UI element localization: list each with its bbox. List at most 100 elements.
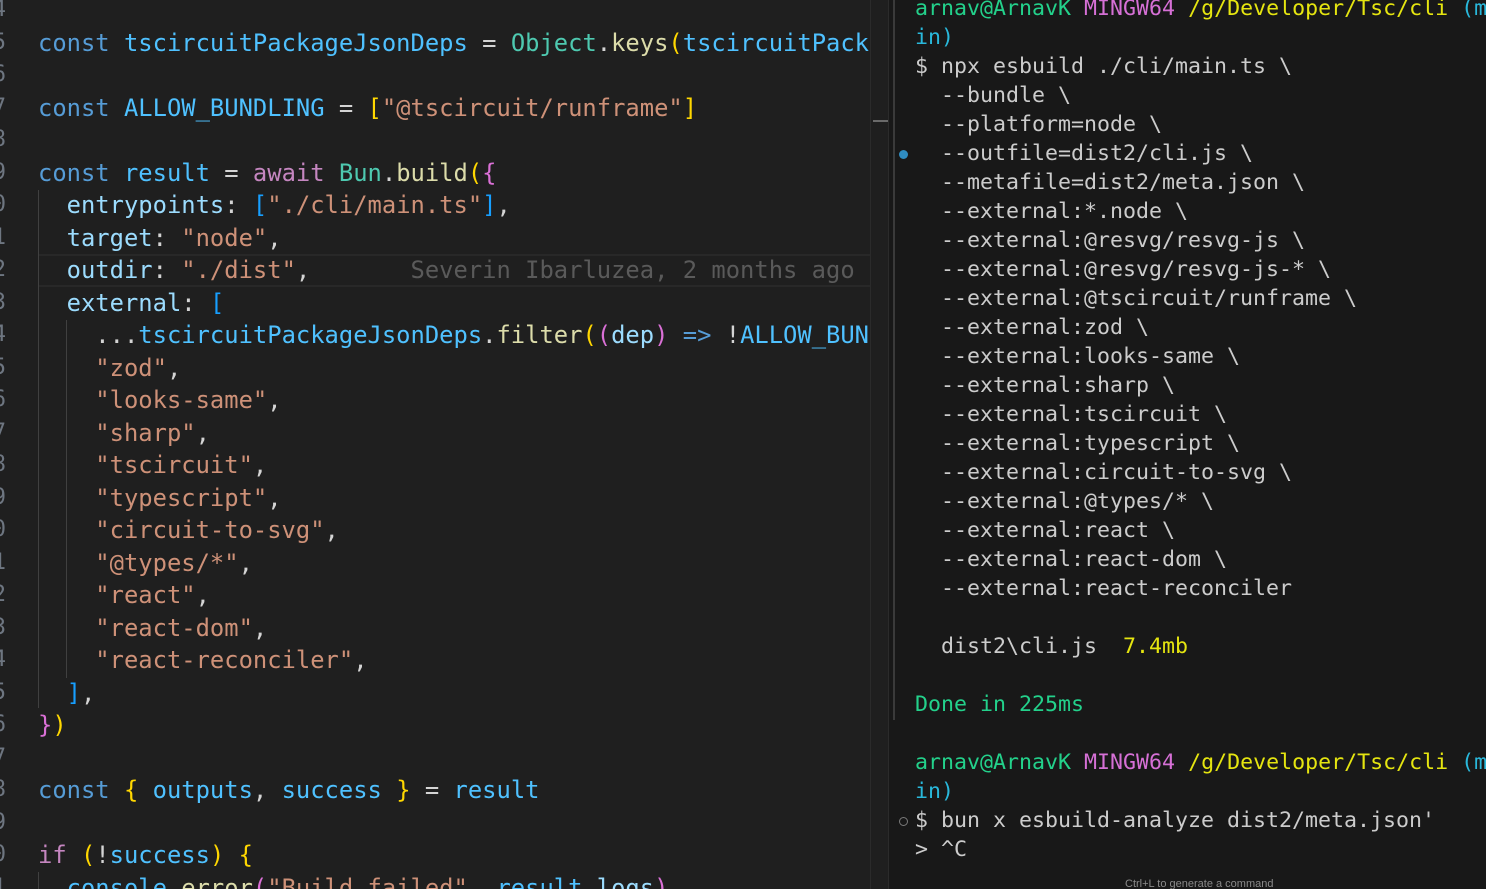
terminal-text: > ^C: [915, 837, 968, 862]
code-token: const: [38, 776, 110, 804]
terminal-text: --outfile=dist2/cli.js \: [915, 141, 1254, 166]
code-token: ,: [252, 776, 282, 804]
terminal-line: --external:react-reconciler: [915, 574, 1292, 603]
terminal-text: --external:@resvg/resvg-js \: [915, 228, 1306, 253]
code-token: =: [467, 28, 511, 57]
command-pending-circle-icon[interactable]: [899, 817, 908, 826]
line-number: 25: [0, 677, 6, 710]
code-token: result: [123, 158, 210, 187]
terminal-line: --bundle \: [915, 81, 1071, 110]
code-line: "react",: [38, 579, 210, 612]
line-number: 4: [0, 0, 6, 27]
line-number: 12: [0, 254, 6, 287]
code-line: "zod",: [38, 352, 181, 385]
code-token: ,: [195, 581, 210, 609]
code-token: =: [209, 158, 253, 187]
code-line: "looks-same",: [38, 384, 282, 417]
code-token: =: [324, 93, 368, 122]
code-token: tscircuitPacka: [682, 28, 870, 57]
terminal-text: MINGW64: [1084, 750, 1176, 775]
terminal-text: --external:@resvg/resvg-js-* \: [915, 257, 1332, 282]
code-token: outdir: [38, 256, 153, 284]
terminal-line: dist2\cli.js 7.4mb: [915, 632, 1188, 661]
code-token: "react": [38, 581, 196, 609]
terminal-text: /g/Developer/Tsc/cli: [1188, 0, 1449, 21]
terminal-text: $ npx esbuild ./cli/main.ts \: [915, 54, 1293, 79]
code-token: "looks-same": [38, 386, 268, 414]
terminal-line: --external:looks-same \: [915, 342, 1240, 371]
terminal-line: in): [915, 23, 954, 52]
editor-overview-ruler[interactable]: [870, 0, 888, 889]
command-success-dot-icon[interactable]: [899, 150, 908, 159]
code-token: await: [252, 158, 325, 187]
terminal-text: --external:looks-same \: [915, 344, 1241, 369]
code-token: ): [209, 841, 225, 869]
terminal-line: --external:@resvg/resvg-js-* \: [915, 255, 1331, 284]
code-token: ALLOW_BUNDLING: [123, 93, 325, 122]
code-token: "circuit-to-svg": [38, 516, 325, 544]
code-token: :: [152, 223, 182, 252]
terminal-line: $ npx esbuild ./cli/main.ts \: [915, 52, 1292, 81]
code-line: const tscircuitPackageJsonDeps = Object.…: [38, 27, 870, 60]
code-token: ALLOW_BUND: [740, 321, 870, 349]
git-blame-annotation: Severin Ibarluzea, 2 months ago •: [310, 256, 870, 284]
code-token: logs: [596, 873, 655, 889]
terminal-text: --external:typescript \: [915, 431, 1241, 456]
code-token: const: [38, 158, 110, 187]
code-token: ,: [267, 483, 282, 512]
line-number: 15: [0, 352, 6, 385]
code-line: const result = await Bun.build({: [38, 157, 497, 190]
code-line: entrypoints: ["./cli/main.ts"],: [38, 189, 511, 222]
code-token: !: [711, 321, 741, 349]
code-token: external: [38, 288, 182, 317]
code-token: tscircuitPackageJsonDeps: [138, 321, 483, 349]
terminal-text: --external:react \: [915, 518, 1176, 543]
code-token: ,: [195, 418, 210, 447]
code-token: result: [496, 873, 583, 889]
terminal-text: --bundle \: [915, 83, 1072, 108]
terminal-line: Done in 225ms: [915, 690, 1084, 719]
code-token: .: [596, 28, 612, 57]
terminal-line: --external:@types/* \: [915, 487, 1214, 516]
code-token: ,: [252, 613, 268, 642]
line-number: 21: [0, 547, 6, 580]
code-token: const: [38, 28, 110, 57]
code-token: ,: [80, 678, 96, 707]
terminal-scrollbar[interactable]: [893, 0, 895, 720]
code-token: "zod": [38, 353, 167, 382]
code-token: [: [209, 288, 225, 317]
terminal-line: --external:circuit-to-svg \: [915, 458, 1292, 487]
line-number: 26: [0, 709, 6, 742]
line-number: 5: [0, 27, 6, 60]
terminal-panel[interactable]: arnav@ArnavK MINGW64 /g/Developer/Tsc/cl…: [888, 0, 1486, 889]
code-token: :: [224, 191, 253, 219]
terminal-line: > ^C: [915, 835, 967, 864]
terminal-text: arnav@ArnavK: [915, 750, 1072, 775]
line-number: 13: [0, 287, 6, 320]
code-token: .: [381, 158, 397, 187]
terminal-text: --external:circuit-to-svg \: [915, 460, 1293, 485]
code-line: ...tscircuitPackageJsonDeps.filter((dep)…: [38, 319, 870, 352]
code-token: ,: [267, 386, 282, 414]
code-token: ,: [252, 451, 268, 479]
code-token: ,: [166, 353, 182, 382]
code-token: ,: [267, 223, 282, 252]
code-editor[interactable]: 45 const tscircuitPackageJsonDeps = Objec…: [0, 0, 870, 889]
line-number: 11: [0, 222, 6, 255]
code-token: !: [95, 841, 110, 869]
code-token: Object: [510, 28, 597, 57]
code-token: ,: [467, 873, 497, 889]
terminal-text: /g/Developer/Tsc/cli: [1188, 750, 1449, 775]
line-number: 10: [0, 189, 6, 222]
code-token: "./dist": [181, 256, 296, 284]
line-number: 28: [0, 774, 6, 807]
code-line: const { outputs, success } = result: [38, 774, 539, 807]
terminal-line: --external:sharp \: [915, 371, 1175, 400]
terminal-text: --platform=node \: [915, 112, 1163, 137]
